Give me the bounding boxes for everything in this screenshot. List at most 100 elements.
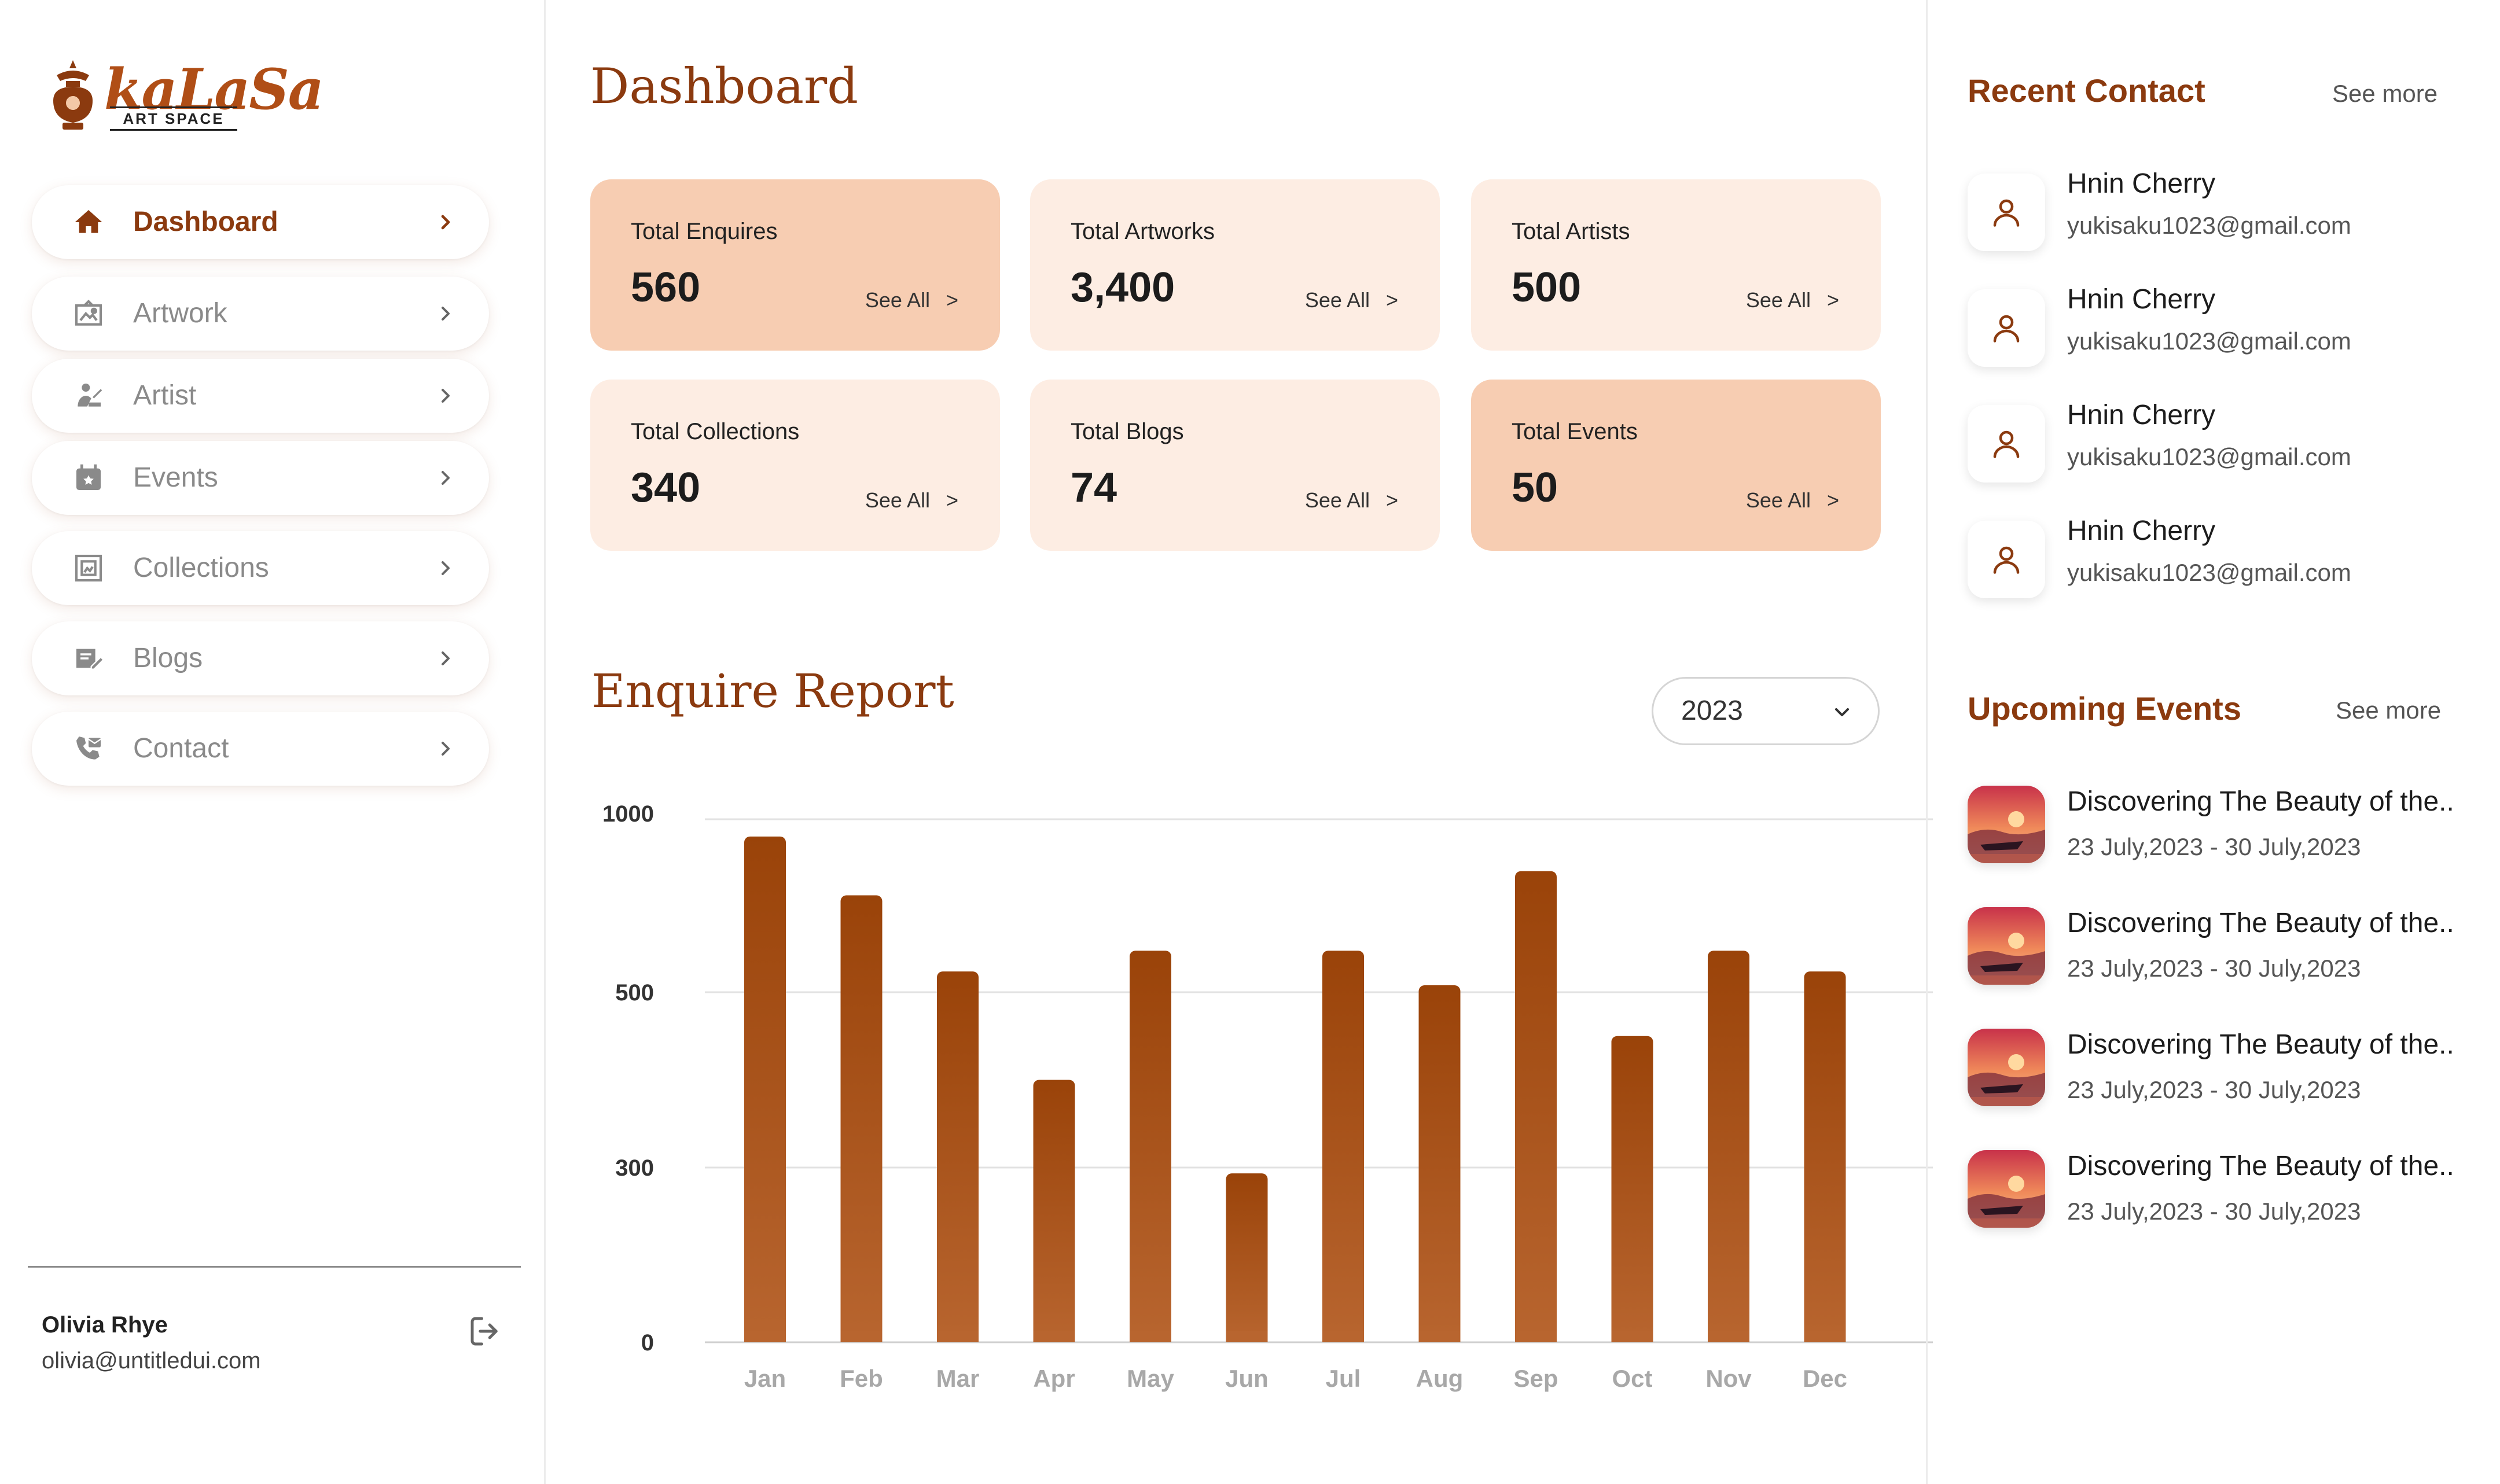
sidebar-item-label: Artist: [133, 380, 197, 411]
bar-base: [744, 1331, 786, 1342]
bar-feb[interactable]: [840, 895, 883, 1342]
see-all-link[interactable]: See All >: [1746, 288, 1839, 312]
event-title: Discovering The Beauty of the..: [2067, 1029, 2454, 1060]
bar-jan[interactable]: [744, 836, 786, 1342]
contact-item[interactable]: Hnin Cherry yukisaku1023@gmail.com: [1968, 283, 2477, 382]
user-email: olivia@untitledui.com: [42, 1348, 261, 1373]
sidebar-item-contact[interactable]: Contact: [32, 712, 489, 786]
bar-base: [1418, 1331, 1461, 1342]
stat-card-label: Total Enquires: [631, 219, 778, 244]
stat-card-label: Total Artworks: [1071, 219, 1215, 244]
sidebar-item-label: Contact: [133, 733, 229, 764]
see-all-link[interactable]: See All >: [865, 488, 958, 513]
bar-base: [1322, 1331, 1364, 1342]
chevron-right-icon: [434, 557, 457, 580]
sidebar-item-label: Collections: [133, 553, 269, 583]
stat-card-label: Total Artists: [1512, 219, 1630, 244]
see-all-label: See All: [1304, 288, 1370, 312]
see-all-label: See All: [865, 288, 930, 312]
see-all-link[interactable]: See All >: [1305, 488, 1398, 513]
brand-logo[interactable]: kaLaSa ART SPACE: [45, 58, 324, 133]
bar-base: [937, 1331, 979, 1342]
logout-icon[interactable]: [466, 1312, 504, 1350]
stat-card-label: Total Blogs: [1071, 419, 1184, 444]
event-item[interactable]: Discovering The Beauty of the.. 23 July,2…: [1968, 786, 2488, 884]
see-all-link[interactable]: See All >: [1746, 488, 1839, 513]
stat-card-value: 3,400: [1071, 264, 1175, 311]
bar-base: [1708, 1331, 1749, 1342]
arrow-right-icon: >: [1826, 288, 1839, 312]
chevron-down-icon: [1835, 708, 1849, 716]
contacts-see-more-link[interactable]: See more: [2332, 80, 2438, 108]
bar-nov[interactable]: [1708, 951, 1749, 1342]
see-all-link[interactable]: See All >: [865, 288, 958, 312]
sidebar-item-artist[interactable]: Artist: [32, 359, 489, 433]
stat-card-total-events: Total Events 50 See All >: [1471, 380, 1881, 551]
bar-jul[interactable]: [1322, 951, 1364, 1342]
collections-icon: [71, 552, 106, 584]
contact-item[interactable]: Hnin Cherry yukisaku1023@gmail.com: [1968, 515, 2477, 613]
event-title: Discovering The Beauty of the..: [2067, 908, 2454, 938]
stat-card-total-blogs: Total Blogs 74 See All >: [1030, 380, 1440, 551]
x-tick-label: Aug: [1416, 1365, 1464, 1392]
bar-oct[interactable]: [1611, 1036, 1653, 1342]
bar-base: [840, 1331, 883, 1342]
event-title: Discovering The Beauty of the..: [2067, 1151, 2454, 1181]
event-thumbnail: [1968, 907, 2045, 985]
bar-dec[interactable]: [1804, 971, 1846, 1342]
contact-item[interactable]: Hnin Cherry yukisaku1023@gmail.com: [1968, 168, 2477, 266]
sidebar-item-artwork[interactable]: Artwork: [32, 277, 489, 351]
bar-mar[interactable]: [937, 971, 979, 1342]
arrow-right-icon: >: [1385, 288, 1398, 312]
upcoming-events-title: Upcoming Events: [1968, 690, 2241, 727]
stat-card-label: Total Events: [1512, 419, 1638, 444]
bar-apr[interactable]: [1033, 1080, 1075, 1343]
see-all-label: See All: [1745, 488, 1811, 512]
x-tick-label: Apr: [1033, 1365, 1075, 1392]
stat-card-label: Total Collections: [631, 419, 800, 444]
sidebar-item-collections[interactable]: Collections: [32, 531, 489, 605]
enquire-report-chart: 1000 500 300 0 Jan Feb Mar Apr May Jun Jul Aug Sep O…: [602, 801, 1933, 1392]
bar-base: [1515, 1331, 1557, 1342]
stat-card-total-collections: Total Collections 340 See All >: [590, 380, 1000, 551]
sidebar-item-blogs[interactable]: Blogs: [32, 621, 489, 695]
sidebar-item-dashboard[interactable]: Dashboard: [32, 185, 489, 259]
event-item[interactable]: Discovering The Beauty of the.. 23 July,2…: [1968, 1150, 2488, 1249]
bar-base: [1611, 1331, 1653, 1342]
contact-email: yukisaku1023@gmail.com: [2067, 559, 2351, 586]
bar-may[interactable]: [1130, 951, 1171, 1342]
sidebar-item-label: Events: [133, 462, 218, 493]
bar-sep[interactable]: [1515, 871, 1557, 1342]
calendar-icon: [71, 462, 106, 494]
page-title: Dashboard: [590, 58, 858, 115]
event-date: 23 July,2023 - 30 July,2023: [2067, 955, 2361, 982]
x-tick-label: Feb: [840, 1365, 883, 1392]
event-item[interactable]: Discovering The Beauty of the.. 23 July,2…: [1968, 1029, 2488, 1127]
chevron-right-icon: [434, 302, 457, 325]
arrow-right-icon: >: [1385, 488, 1398, 512]
bar-jun[interactable]: [1226, 1173, 1268, 1342]
event-date: 23 July,2023 - 30 July,2023: [2067, 1198, 2361, 1225]
y-tick-label: 500: [615, 980, 654, 1006]
sidebar-item-label: Blogs: [133, 643, 203, 673]
contact-name: Hnin Cherry: [2067, 515, 2216, 546]
event-date: 23 July,2023 - 30 July,2023: [2067, 833, 2361, 860]
see-all-label: See All: [1304, 488, 1370, 512]
stat-card-total-enquires: Total Enquires 560 See All >: [590, 179, 1000, 351]
contact-name: Hnin Cherry: [2067, 284, 2216, 315]
contact-item[interactable]: Hnin Cherry yukisaku1023@gmail.com: [1968, 399, 2477, 498]
bar-base: [1226, 1331, 1268, 1342]
bar-aug[interactable]: [1418, 985, 1461, 1342]
events-see-more-link[interactable]: See more: [2336, 697, 2441, 724]
chevron-right-icon: [434, 647, 457, 670]
year-select[interactable]: 2023: [1652, 677, 1880, 745]
stat-card-value: 560: [631, 264, 701, 311]
bar-base: [1033, 1331, 1075, 1342]
sidebar-item-events[interactable]: Events: [32, 441, 489, 515]
event-item[interactable]: Discovering The Beauty of the.. 23 July,2…: [1968, 907, 2488, 1006]
chevron-right-icon: [434, 737, 457, 760]
see-all-link[interactable]: See All >: [1305, 288, 1398, 312]
x-tick-label: Jul: [1326, 1365, 1361, 1392]
y-tick-label: 300: [615, 1155, 654, 1181]
x-tick-label: Sep: [1513, 1365, 1558, 1392]
